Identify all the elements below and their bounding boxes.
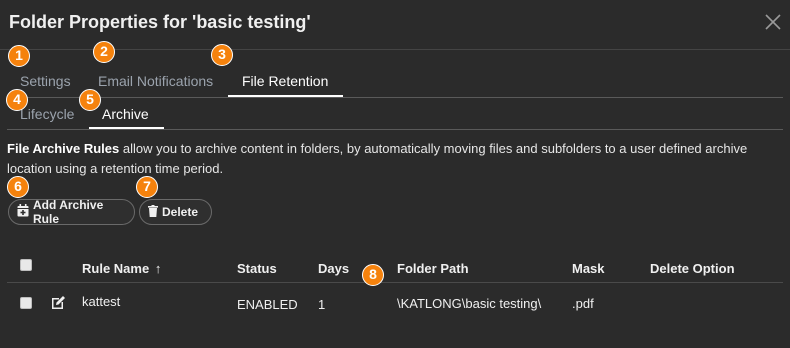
add-archive-rule-label: Add Archive Rule <box>33 198 104 226</box>
column-header-delete-option[interactable]: Delete Option <box>650 261 735 276</box>
table-header-divider <box>7 282 783 283</box>
trash-icon <box>148 204 162 220</box>
title-divider <box>0 49 790 50</box>
cell-mask: .pdf <box>572 296 594 311</box>
callout-badge-2: 2 <box>93 41 115 63</box>
select-all-checkbox[interactable] <box>20 259 32 271</box>
folder-properties-dialog: Folder Properties for 'basic testing' Se… <box>0 0 790 348</box>
row-checkbox[interactable] <box>20 297 32 309</box>
cell-days: 1 <box>318 297 326 312</box>
tab-email-notifications[interactable]: Email Notifications <box>98 73 213 89</box>
delete-button[interactable]: Delete <box>139 199 212 225</box>
tab-file-retention[interactable]: File Retention <box>242 73 328 89</box>
callout-badge-3: 3 <box>211 44 233 66</box>
tabs-divider <box>7 97 783 98</box>
column-header-days[interactable]: Days <box>318 261 349 276</box>
column-header-rule-name[interactable]: Rule Name ↑ <box>82 261 161 276</box>
column-header-mask[interactable]: Mask <box>572 261 605 276</box>
description-text: allow you to archive content in folders,… <box>7 141 748 176</box>
archive-rules-description: File Archive Rules allow you to archive … <box>7 139 777 179</box>
subtab-lifecycle[interactable]: Lifecycle <box>20 106 74 122</box>
callout-badge-5: 5 <box>79 89 101 111</box>
arrow-up-icon: ↑ <box>154 261 162 276</box>
callout-badge-8: 8 <box>362 264 384 286</box>
callout-badge-1: 1 <box>8 45 30 67</box>
callout-badge-6: 6 <box>7 176 29 198</box>
cell-status: ENABLED <box>237 297 298 312</box>
cell-folder-path: \KATLONG\basic testing\ <box>397 296 542 311</box>
tab-settings[interactable]: Settings <box>20 73 71 89</box>
column-header-status[interactable]: Status <box>237 261 277 276</box>
close-icon[interactable] <box>762 11 784 33</box>
rule-name-header-label: Rule Name <box>82 261 150 276</box>
callout-badge-4: 4 <box>6 89 28 111</box>
description-heading: File Archive Rules <box>7 141 120 156</box>
calendar-plus-icon <box>17 204 33 220</box>
subtab-archive[interactable]: Archive <box>102 106 149 122</box>
subtabs-divider <box>7 129 783 130</box>
edit-icon[interactable] <box>51 295 66 315</box>
cell-rule-name: kattest <box>82 294 121 309</box>
callout-badge-7: 7 <box>136 176 158 198</box>
dialog-title: Folder Properties for 'basic testing' <box>9 12 311 32</box>
column-header-folder-path[interactable]: Folder Path <box>397 261 469 276</box>
delete-label: Delete <box>162 205 199 219</box>
add-archive-rule-button[interactable]: Add Archive Rule <box>8 198 135 226</box>
